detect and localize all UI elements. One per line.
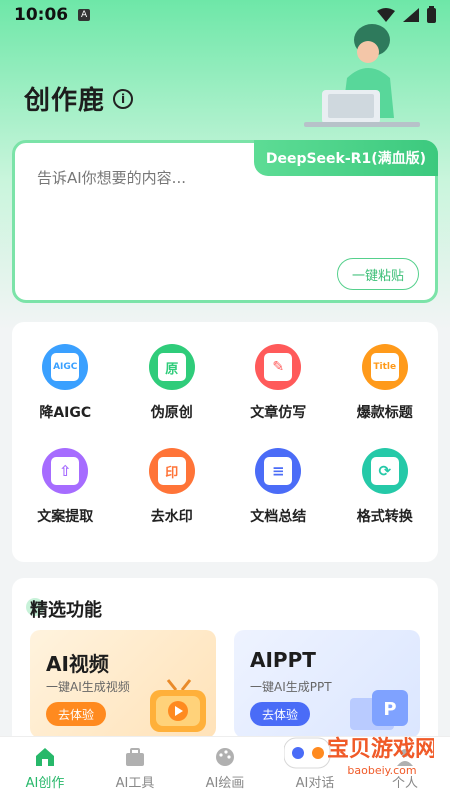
pseudo-original-icon: 原 — [148, 344, 195, 390]
try-button[interactable]: 去体验 — [250, 702, 311, 726]
feature-name: AIPPT — [250, 648, 316, 672]
ppt-icon: P — [350, 690, 408, 730]
feature-desc: 一键AI生成PPT — [250, 680, 332, 694]
featured-title: 精选功能 — [30, 600, 102, 621]
hot-title-icon: Title — [361, 344, 408, 390]
feature-desc: 一键AI生成视频 — [46, 680, 130, 694]
tool-label: 伪原创 — [150, 405, 193, 421]
feature-name: AI视频 — [46, 652, 109, 676]
tool-remove-watermark[interactable]: 印 去水印 — [119, 448, 226, 552]
featured-header: 精选功能 — [26, 596, 102, 622]
prompt-input[interactable]: 告诉AI你想要的内容... — [37, 167, 186, 188]
site-watermark-logo: 宝贝游戏网 baobeiy.com — [284, 736, 434, 777]
title-row: 创作鹿 i — [24, 80, 134, 117]
tool-label: 爆款标题 — [356, 405, 413, 421]
notification-icon: A — [78, 9, 91, 21]
tool-label: 文章仿写 — [250, 405, 307, 421]
try-button[interactable]: 去体验 — [46, 702, 107, 726]
toolbox-icon — [126, 748, 144, 766]
remove-watermark-icon: 印 — [148, 448, 195, 494]
featured-section: 精选功能 AI视频 一键AI生成视频 去体验 AIPPT 一键AI生成PPT 去… — [12, 578, 438, 738]
feature-ai-ppt[interactable]: AIPPT 一键AI生成PPT 去体验 P — [234, 630, 420, 738]
text-extract-icon: ⇧ — [42, 448, 89, 494]
nav-ai-create[interactable]: AI创作 — [0, 737, 90, 800]
paste-button[interactable]: 一键粘贴 — [336, 258, 419, 290]
tool-label: 文案提取 — [37, 509, 94, 525]
home-icon — [36, 748, 54, 766]
article-rewrite-icon: ✎ — [255, 344, 302, 390]
tools-grid: AIGC 降AIGC 原 伪原创 ✎ 文章仿写 Title 爆款标题 ⇧ 文案提… — [12, 322, 438, 562]
tool-text-extract[interactable]: ⇧ 文案提取 — [12, 448, 119, 552]
tool-aigc-reduce[interactable]: AIGC 降AIGC — [12, 344, 119, 448]
tool-label: 格式转换 — [356, 509, 413, 525]
tool-label: 降AIGC — [39, 405, 92, 421]
nav-label: AI工具 — [115, 776, 155, 791]
battery-icon — [427, 5, 436, 23]
svg-text:宝贝游戏网: 宝贝游戏网 — [327, 736, 434, 762]
tool-article-rewrite[interactable]: ✎ 文章仿写 — [225, 344, 332, 448]
header-illustration — [304, 24, 420, 127]
tool-format-convert[interactable]: ⟳ 格式转换 — [332, 448, 439, 552]
nav-label: AI绘画 — [205, 776, 245, 791]
aigc-reduce-icon: AIGC — [42, 344, 89, 390]
tool-pseudo-original[interactable]: 原 伪原创 — [119, 344, 226, 448]
tv-icon — [150, 679, 206, 732]
status-time: 10:06 — [14, 5, 69, 25]
nav-ai-tools[interactable]: AI工具 — [90, 737, 180, 800]
palette-icon — [216, 748, 234, 766]
tool-label: 去水印 — [150, 509, 193, 525]
nav-label: AI创作 — [25, 776, 65, 791]
info-icon[interactable]: i — [113, 88, 134, 109]
tool-label: 文档总结 — [250, 509, 307, 525]
model-badge[interactable]: DeepSeek-R1(满血版) — [253, 140, 438, 176]
doc-summary-icon: ≡ — [255, 448, 302, 494]
nav-ai-paint[interactable]: AI绘画 — [180, 737, 270, 800]
page-title: 创作鹿 — [24, 86, 106, 116]
svg-text:P: P — [383, 699, 396, 720]
tool-doc-summary[interactable]: ≡ 文档总结 — [225, 448, 332, 552]
prompt-input-card[interactable]: DeepSeek-R1(满血版) 告诉AI你想要的内容... 一键粘贴 — [12, 140, 438, 303]
format-convert-icon: ⟳ — [361, 448, 408, 494]
svg-text:baobeiy.com: baobeiy.com — [347, 764, 416, 777]
feature-ai-video[interactable]: AI视频 一键AI生成视频 去体验 — [30, 630, 216, 738]
tool-hot-title[interactable]: Title 爆款标题 — [332, 344, 439, 448]
